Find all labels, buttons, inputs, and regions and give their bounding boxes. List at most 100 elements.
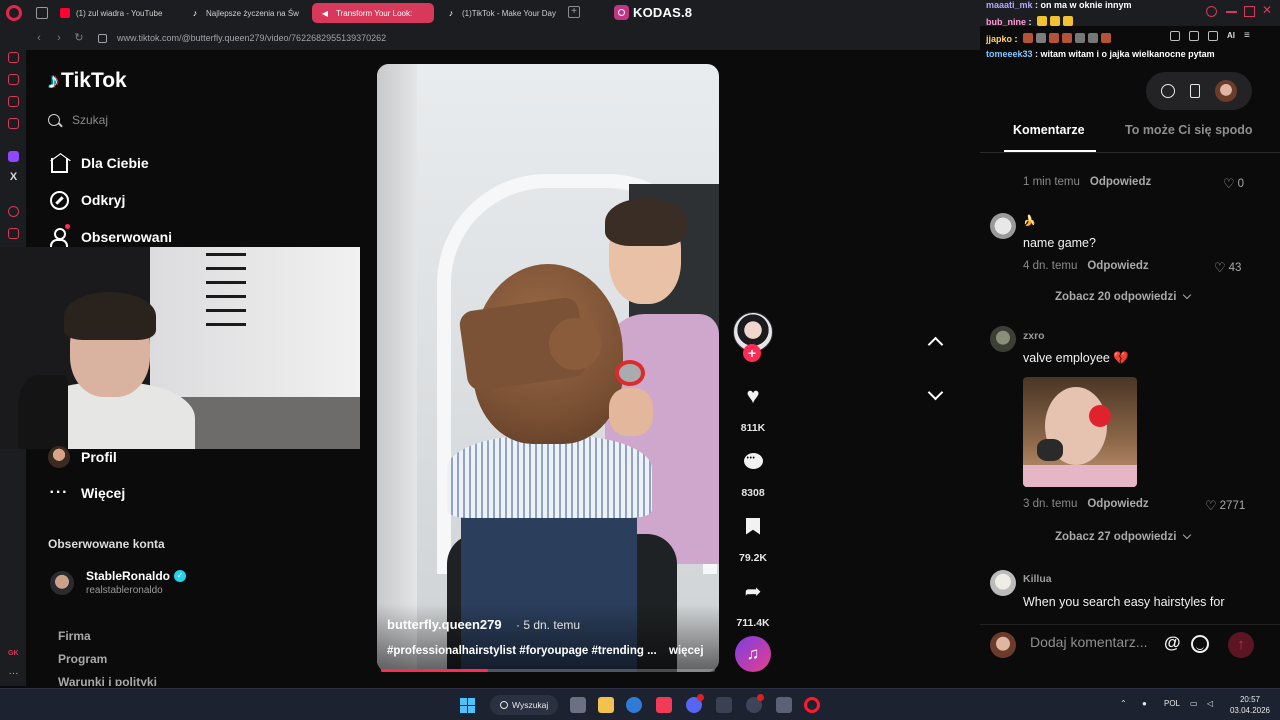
music-app-icon[interactable]	[656, 697, 672, 713]
reply-button[interactable]: Odpowiedz	[1087, 498, 1148, 510]
mention-button[interactable]: @	[1164, 633, 1181, 653]
tab-menu-icon[interactable]	[36, 7, 48, 19]
reload-icon[interactable]: ↻	[72, 31, 86, 45]
comment-like-button[interactable]: ♡ 43	[1214, 260, 1241, 276]
music-disc-icon[interactable]: ♫	[735, 636, 771, 672]
forward-icon[interactable]: ›	[52, 31, 66, 45]
tray-chevron-icon[interactable]: ⌃	[1120, 699, 1127, 708]
file-explorer-icon[interactable]	[598, 697, 614, 713]
instagram-sidebar-icon[interactable]	[8, 118, 19, 129]
video-player[interactable]	[377, 64, 719, 672]
ai-button[interactable]: AI	[1227, 31, 1235, 40]
tab-wishes[interactable]: ♪ Najlepsze życzenia na Św	[182, 3, 304, 23]
x-icon[interactable]: X	[8, 172, 19, 183]
volume-icon[interactable]: ◁	[1207, 699, 1213, 708]
previous-video-button[interactable]	[916, 323, 954, 361]
more-dots-icon[interactable]: ···	[8, 669, 19, 681]
comment-like-button[interactable]: ♡ 0	[1223, 176, 1244, 192]
opera-logo-icon[interactable]	[6, 5, 22, 21]
nav-more[interactable]: ··· Więcej	[48, 482, 126, 504]
tab-youtube[interactable]: (1) zul wiadra - YouTube	[52, 3, 174, 23]
footer-link-company[interactable]: Firma	[58, 629, 91, 643]
phone-icon[interactable]	[1189, 84, 1200, 98]
menu-icon[interactable]: ≡	[1244, 30, 1250, 41]
messenger-icon[interactable]	[8, 96, 19, 107]
task-view-icon[interactable]	[570, 697, 586, 713]
tab-comments[interactable]: Komentarze	[1013, 123, 1085, 137]
followed-accounts-heading: Obserwowane konta	[48, 537, 165, 551]
url-field[interactable]: www.tiktok.com/@butterfly.queen279/video…	[117, 33, 386, 43]
comment-time: 4 dn. temu	[1023, 260, 1078, 272]
gk-icon[interactable]: GK	[8, 648, 19, 659]
clock[interactable]: 20:57 03.04.2026	[1226, 694, 1274, 716]
nav-explore[interactable]: Odkryj	[48, 189, 125, 211]
nav-profile[interactable]: Profil	[48, 446, 117, 468]
like-count: 811K	[740, 422, 766, 434]
comment-button[interactable]	[731, 439, 775, 483]
comment-user[interactable]: Killua	[1023, 573, 1052, 585]
followed-account[interactable]: StableRonaldo ✓ realstableronaldo	[50, 569, 187, 596]
view-replies-button[interactable]: Zobacz 27 odpowiedzi	[1055, 530, 1192, 543]
nav-label: Obserwowani	[81, 229, 173, 245]
view-replies-label: Zobacz 20 odpowiedzi	[1055, 291, 1177, 303]
workspaces-icon[interactable]	[8, 74, 19, 85]
comment-user[interactable]: 🍌	[1023, 214, 1036, 227]
share-button[interactable]: ➦	[731, 569, 775, 613]
chat-user: tomeeek33	[986, 49, 1033, 59]
footer-link-program[interactable]: Program	[58, 652, 107, 666]
back-icon[interactable]: ‹	[32, 31, 46, 45]
comment-avatar[interactable]	[990, 213, 1016, 239]
tab-tiktok[interactable]: ♪ (1)TikTok - Make Your Day	[438, 3, 560, 23]
edge-icon[interactable]	[626, 697, 642, 713]
taskbar-search[interactable]: Wyszukaj	[490, 695, 558, 715]
calculator-icon[interactable]	[776, 697, 792, 713]
tab-you-may-like[interactable]: To może Ci się spodo	[1125, 123, 1280, 137]
comment-avatar[interactable]	[990, 326, 1016, 352]
nav-following[interactable]: Obserwowani	[48, 224, 173, 248]
view-replies-button[interactable]: Zobacz 20 odpowiedzi	[1055, 290, 1192, 303]
pinboard-icon[interactable]	[8, 228, 19, 239]
network-icon[interactable]: ▭	[1190, 699, 1198, 708]
user-avatar[interactable]	[1214, 80, 1237, 102]
tiktok-logo[interactable]: ♪ TikTok	[48, 68, 127, 94]
reply-button[interactable]: Odpowiedz	[1090, 176, 1151, 188]
video-author[interactable]: butterfly.queen279	[387, 617, 502, 632]
save-button[interactable]	[731, 504, 775, 548]
opera-taskbar-icon[interactable]	[804, 697, 820, 713]
minimize-icon[interactable]	[1226, 11, 1237, 13]
reply-button[interactable]: Odpowiedz	[1087, 260, 1148, 272]
language-indicator[interactable]: POL	[1164, 699, 1180, 708]
new-tab-button[interactable]: +	[568, 6, 580, 18]
emoji-icon[interactable]	[1191, 635, 1209, 653]
search-tabs-icon[interactable]	[1206, 6, 1217, 17]
app-icon[interactable]	[716, 697, 732, 713]
snapshot-icon[interactable]	[1189, 30, 1199, 41]
tiktok-app-icon[interactable]	[1161, 84, 1176, 98]
send-button[interactable]: ↑	[1228, 632, 1254, 658]
chat-user: jjapko	[986, 34, 1013, 44]
extensions-icon[interactable]	[1170, 30, 1180, 41]
like-button[interactable]: ♥	[731, 374, 775, 418]
comment-like-button[interactable]: ♡ 2771	[1205, 498, 1245, 514]
tab-transform-look[interactable]: ◀ Transform Your Look:	[312, 3, 434, 23]
twitch-icon[interactable]	[8, 151, 19, 162]
more-button[interactable]: więcej	[669, 645, 704, 657]
windows-start-icon[interactable]	[460, 698, 475, 713]
comment-image[interactable]	[1023, 377, 1137, 487]
comment-avatar[interactable]	[990, 570, 1016, 596]
search-input[interactable]: Szukaj	[48, 108, 210, 132]
nav-for-you[interactable]: Dla Ciebie	[48, 152, 149, 174]
comment-input[interactable]: Dodaj komentarz...	[1030, 634, 1148, 650]
account-handle: realstableronaldo	[86, 585, 163, 596]
aria-icon[interactable]	[8, 52, 19, 63]
download-icon[interactable]	[1208, 30, 1218, 41]
follow-button[interactable]: +	[743, 344, 761, 362]
maximize-icon[interactable]	[1244, 6, 1255, 17]
player-icon[interactable]	[8, 206, 19, 217]
home-icon	[48, 152, 70, 174]
footer-link-terms[interactable]: Warunki i polityki	[58, 675, 157, 686]
microphone-icon[interactable]: ●	[1142, 699, 1147, 708]
next-video-button[interactable]	[916, 376, 954, 414]
close-icon[interactable]: ✕	[1262, 4, 1273, 16]
comment-user[interactable]: zxro	[1023, 330, 1045, 342]
